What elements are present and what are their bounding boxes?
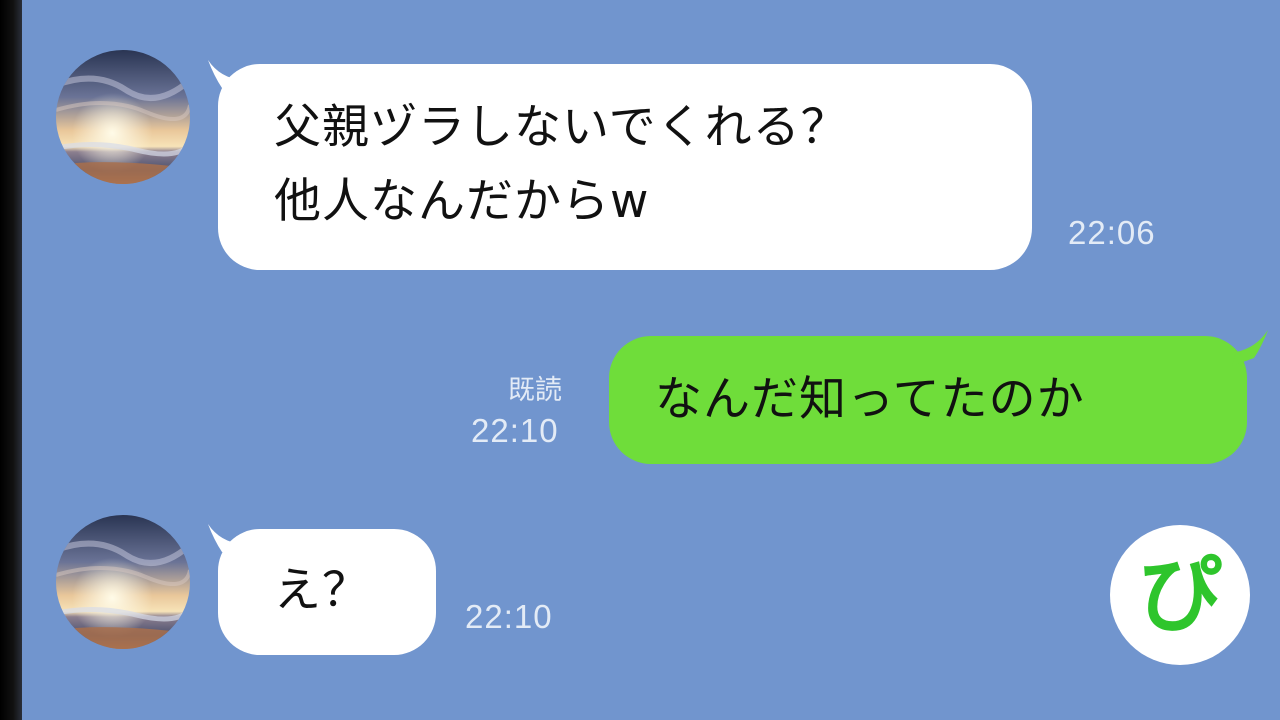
- contact-avatar[interactable]: [56, 50, 190, 184]
- incoming-message-bubble[interactable]: 父親ヅラしないでくれる？ 他人なんだからw: [218, 64, 1032, 270]
- message-line: 父親ヅラしないでくれる？: [274, 100, 849, 155]
- message-timestamp: 22:10: [465, 598, 553, 635]
- message-timestamp: 22:06: [1068, 214, 1156, 251]
- message-timestamp: 22:10: [471, 412, 559, 449]
- outgoing-bubble-tail: [1232, 330, 1268, 366]
- chat-screen: 父親ヅラしないでくれる？ 他人なんだからw 22:06 既読 22:10 なんだ…: [0, 0, 1280, 720]
- incoming-message-bubble[interactable]: え？: [218, 529, 436, 655]
- sunset-beach-avatar-icon: [56, 515, 190, 649]
- message-line: 他人なんだからw: [274, 174, 650, 229]
- sunset-beach-avatar-icon: [56, 50, 190, 184]
- message-line: なんだ知ってたのか: [655, 372, 1085, 427]
- pi-logo-icon: ぴ: [1137, 546, 1222, 644]
- read-receipt-label: 既読: [508, 375, 562, 406]
- outgoing-message-bubble[interactable]: なんだ知ってたのか: [609, 336, 1247, 464]
- device-edge: [0, 0, 22, 720]
- message-line: え？: [274, 563, 370, 618]
- pi-logo: ぴ: [1110, 525, 1250, 665]
- contact-avatar[interactable]: [56, 515, 190, 649]
